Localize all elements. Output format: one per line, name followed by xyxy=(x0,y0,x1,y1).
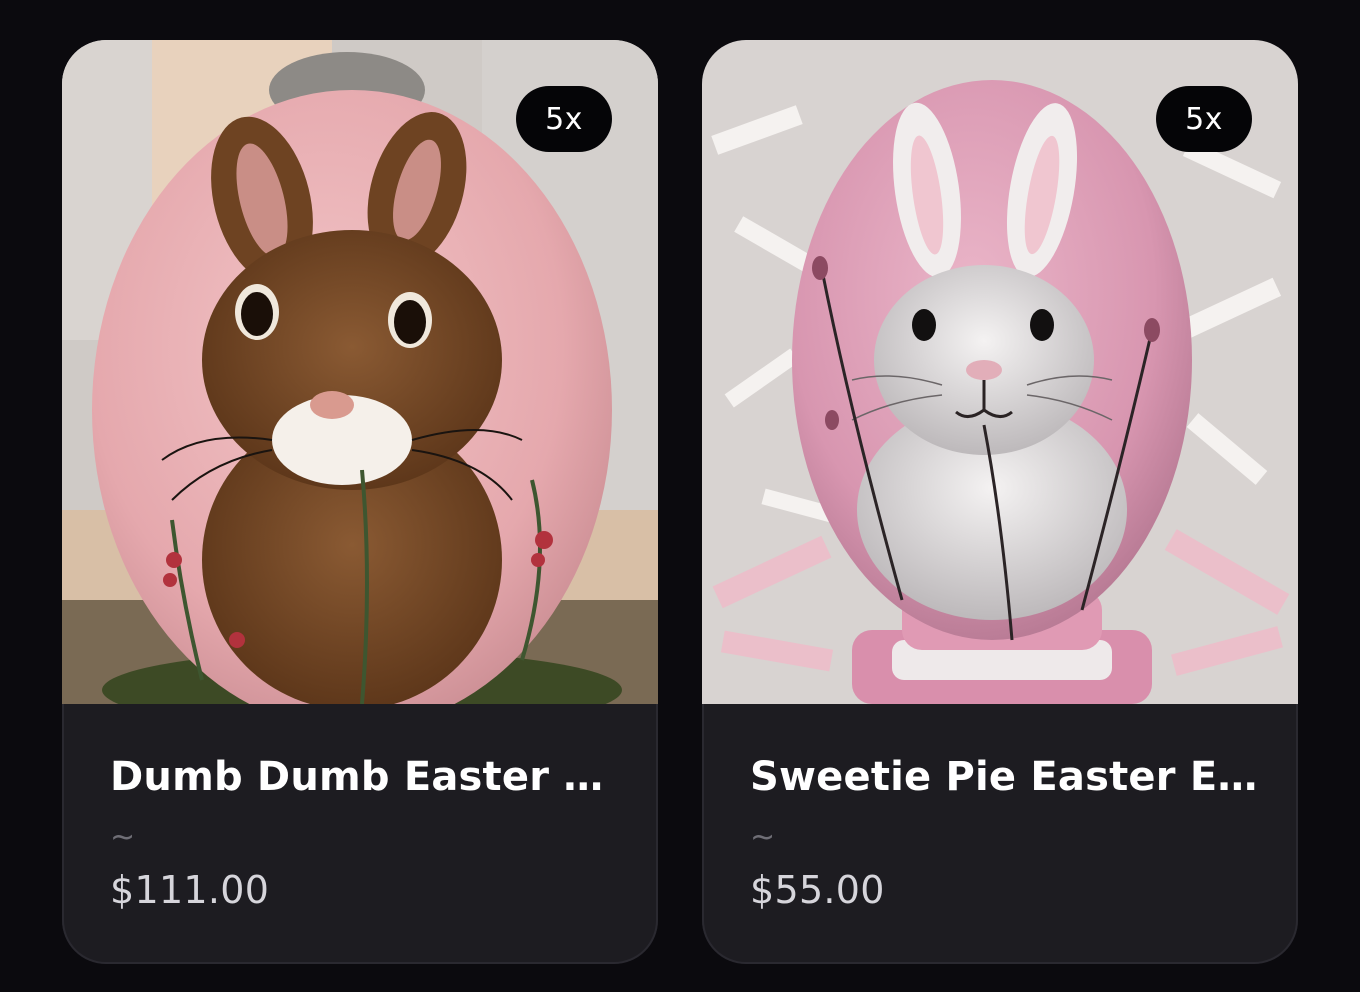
brown-bunny-egg-image[interactable]: 5x xyxy=(62,40,658,704)
product-subtitle: ~ xyxy=(750,820,776,855)
product-title[interactable]: Dumb Dumb Easter E... xyxy=(110,754,620,800)
quantity-badge: 5x xyxy=(1156,86,1252,152)
product-price: $111.00 xyxy=(110,868,270,912)
product-info: Dumb Dumb Easter E... ~ $111.00 xyxy=(62,704,658,964)
product-grid: 5x Dumb Dumb Easter E... ~ $111.00 5x Sw… xyxy=(0,0,1360,992)
product-price: $55.00 xyxy=(750,868,885,912)
product-title[interactable]: Sweetie Pie Easter Egg xyxy=(750,754,1260,800)
product-info: Sweetie Pie Easter Egg ~ $55.00 xyxy=(702,704,1298,964)
white-bunny-egg-image[interactable]: 5x xyxy=(702,40,1298,704)
product-card[interactable]: 5x Dumb Dumb Easter E... ~ $111.00 xyxy=(62,40,658,964)
product-card[interactable]: 5x Sweetie Pie Easter Egg ~ $55.00 xyxy=(702,40,1298,964)
product-subtitle: ~ xyxy=(110,820,136,855)
quantity-badge: 5x xyxy=(516,86,612,152)
